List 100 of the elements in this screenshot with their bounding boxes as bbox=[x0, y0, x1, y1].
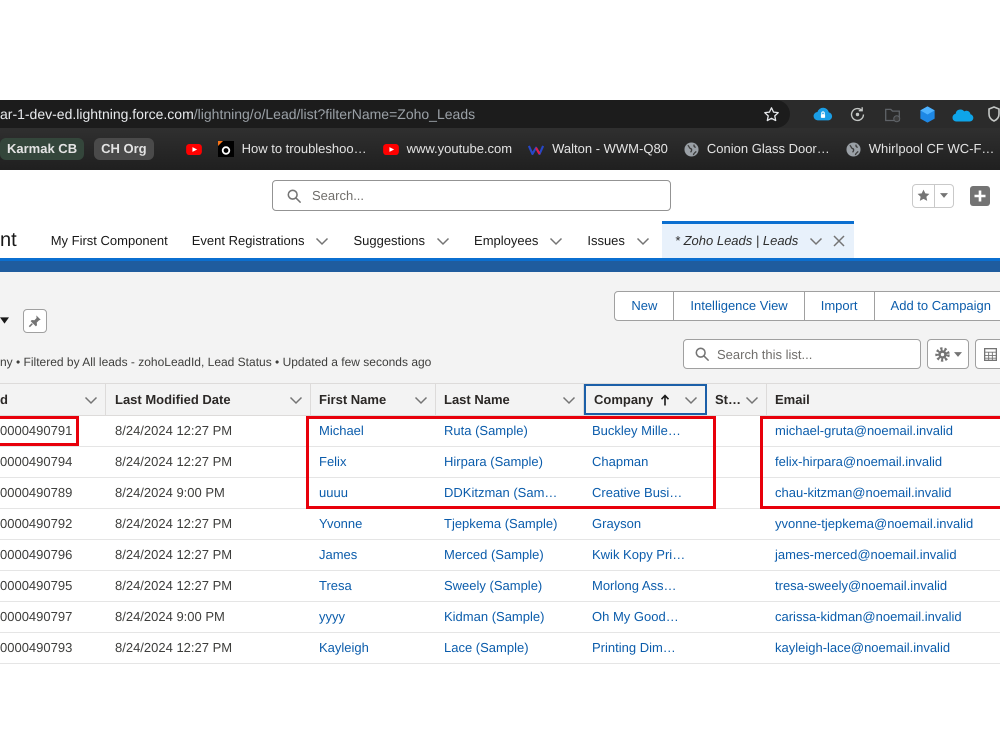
first-name-link[interactable]: Yvonne bbox=[319, 514, 362, 534]
last-name-link[interactable]: Ruta (Sample) bbox=[444, 421, 528, 441]
email-link[interactable]: carissa-kidman@noemail.invalid bbox=[775, 607, 962, 627]
nav-tab[interactable]: Event Registrations bbox=[180, 221, 342, 258]
email-link[interactable]: kayleigh-lace@noemail.invalid bbox=[775, 638, 950, 658]
column-header[interactable]: First Name bbox=[311, 384, 436, 415]
first-name-link[interactable]: Kayleigh bbox=[319, 638, 369, 658]
first-name-link[interactable]: Felix bbox=[319, 452, 346, 472]
last-name-link[interactable]: Merced (Sample) bbox=[444, 545, 544, 565]
nav-tab[interactable]: Suggestions bbox=[341, 221, 462, 258]
cloud-lock-icon[interactable] bbox=[812, 106, 832, 122]
favorites-menu-button[interactable] bbox=[935, 184, 954, 208]
column-header[interactable]: d bbox=[0, 384, 106, 415]
list-search-field[interactable]: Search this list... bbox=[683, 339, 921, 369]
tab-group-chip[interactable]: CH Org bbox=[94, 138, 154, 160]
site-logo-icon[interactable] bbox=[218, 141, 234, 157]
column-header[interactable]: Last Name bbox=[436, 384, 584, 415]
gear-icon bbox=[934, 346, 950, 362]
caret-down-icon bbox=[940, 193, 948, 198]
email-link[interactable]: chau-kitzman@noemail.invalid bbox=[775, 483, 952, 503]
globe-icon[interactable] bbox=[846, 142, 861, 156]
video-play-icon[interactable] bbox=[186, 144, 202, 154]
table-cell-text: 0000490789 bbox=[0, 484, 72, 502]
last-name-link[interactable]: Lace (Sample) bbox=[444, 638, 529, 658]
table-cell: 0000490791 bbox=[0, 416, 80, 446]
table-cell-text: 8/24/2024 12:27 PM bbox=[115, 577, 232, 596]
close-icon[interactable] bbox=[833, 235, 846, 247]
zigzag-logo-icon[interactable] bbox=[528, 144, 544, 154]
list-settings-button[interactable] bbox=[927, 339, 969, 369]
column-header[interactable]: Last Modified Date bbox=[106, 384, 311, 415]
table-cell-text: 8/24/2024 12:27 PM bbox=[115, 639, 232, 658]
column-header[interactable]: St… bbox=[707, 384, 767, 415]
email-link[interactable]: yvonne-tjepkema@noemail.invalid bbox=[775, 514, 974, 534]
list-action-button[interactable]: Intelligence View bbox=[673, 291, 805, 321]
first-name-link[interactable]: Michael bbox=[319, 421, 364, 441]
bookmark-item[interactable]: Walton - WWM-Q80 bbox=[520, 135, 676, 163]
star-icon bbox=[916, 188, 931, 203]
favorites-button[interactable] bbox=[912, 184, 935, 208]
table-cell-text: 0000490794 bbox=[0, 453, 72, 472]
table-icon bbox=[984, 348, 997, 360]
display-as-button[interactable] bbox=[975, 339, 1000, 369]
nav-tab[interactable]: My First Component bbox=[38, 221, 180, 258]
star-icon[interactable] bbox=[763, 106, 780, 122]
list-action-button[interactable]: New bbox=[614, 291, 674, 321]
last-name-link[interactable]: Sweely (Sample) bbox=[444, 576, 542, 596]
table-cell-text: 8/24/2024 9:00 PM bbox=[115, 484, 225, 502]
column-header[interactable]: Email bbox=[767, 384, 1000, 415]
bookmark-item[interactable]: How to troubleshoo… bbox=[210, 135, 375, 163]
search-icon bbox=[287, 189, 301, 203]
cube-icon[interactable] bbox=[918, 104, 937, 124]
last-name-link[interactable]: Tjepkema (Sample) bbox=[444, 514, 558, 534]
table-cell-text: 8/24/2024 12:27 PM bbox=[115, 515, 232, 534]
first-name-link[interactable]: yyyy bbox=[319, 607, 345, 627]
company-link[interactable]: Oh My Good… bbox=[592, 607, 679, 627]
company-link[interactable]: Morlong Ass… bbox=[592, 576, 677, 596]
company-link[interactable]: Buckley Mille… bbox=[592, 421, 681, 441]
last-name-link[interactable]: Kidman (Sample) bbox=[444, 607, 544, 627]
company-link[interactable]: Grayson bbox=[592, 514, 642, 534]
search-icon bbox=[695, 347, 709, 361]
caret-down-icon bbox=[954, 352, 962, 356]
nav-tab[interactable]: Employees bbox=[462, 221, 576, 258]
email-link[interactable]: michael-gruta@noemail.invalid bbox=[775, 421, 953, 441]
email-link[interactable]: james-merced@noemail.invalid bbox=[775, 545, 957, 565]
global-search-field[interactable]: Search... bbox=[272, 180, 671, 211]
address-field[interactable]: ar-1-dev-ed.lightning.force.com/lightning/o/Lead/list?filterName=Zoho_Leads bbox=[0, 100, 790, 128]
table-cell-text: 8/24/2024 12:27 PM bbox=[115, 453, 232, 472]
email-link[interactable]: felix-hirpara@noemail.invalid bbox=[775, 452, 942, 472]
bookmark-item[interactable]: www.youtube.com bbox=[374, 135, 520, 163]
last-name-link[interactable]: Hirpara (Sample) bbox=[444, 452, 543, 472]
table-cell-text: 0000490796 bbox=[0, 546, 72, 564]
table-cell-text: 0000490797 bbox=[0, 608, 72, 626]
last-name-link[interactable]: DDKitzman (Sam… bbox=[444, 483, 558, 503]
first-name-link[interactable]: uuuu bbox=[319, 483, 348, 503]
shield-icon[interactable] bbox=[988, 106, 1000, 122]
caret-down-icon[interactable] bbox=[0, 317, 9, 324]
arrow-up-icon bbox=[660, 394, 670, 406]
plus-icon[interactable] bbox=[970, 186, 990, 206]
company-link[interactable]: Creative Busi… bbox=[592, 483, 682, 503]
nav-tab[interactable]: * Zoho Leads | Leads bbox=[662, 221, 854, 258]
bookmark-item[interactable]: Whirlpool CF WC-F… bbox=[838, 135, 1000, 163]
table-cell-text: 0000490793 bbox=[0, 639, 72, 658]
column-header[interactable]: Company bbox=[584, 384, 707, 415]
pin-button[interactable] bbox=[23, 308, 47, 332]
video-play-icon[interactable] bbox=[382, 144, 399, 154]
company-link[interactable]: Kwik Kopy Pri… bbox=[592, 545, 686, 565]
list-action-button[interactable]: Import bbox=[804, 291, 875, 321]
circle-arrow-icon[interactable] bbox=[849, 106, 866, 122]
cloud-icon[interactable] bbox=[951, 106, 974, 122]
bookmark-item[interactable]: Conion Glass Door… bbox=[676, 135, 838, 163]
first-name-link[interactable]: Tresa bbox=[319, 576, 352, 596]
list-info-text: ny • Filtered by All leads - zohoLeadId, Lead Status • Updated a few seconds ago bbox=[0, 354, 432, 370]
app-name: nt bbox=[0, 228, 17, 252]
email-link[interactable]: tresa-sweely@noemail.invalid bbox=[775, 576, 948, 596]
list-action-button[interactable]: Add to Campaign bbox=[874, 291, 1000, 321]
nav-tab[interactable]: Issues bbox=[575, 221, 662, 258]
first-name-link[interactable]: James bbox=[319, 545, 358, 565]
globe-icon[interactable] bbox=[684, 142, 699, 156]
tab-group-chip[interactable]: Karmak CB bbox=[0, 138, 84, 160]
company-link[interactable]: Printing Dim… bbox=[592, 638, 676, 658]
company-link[interactable]: Chapman bbox=[592, 452, 648, 472]
